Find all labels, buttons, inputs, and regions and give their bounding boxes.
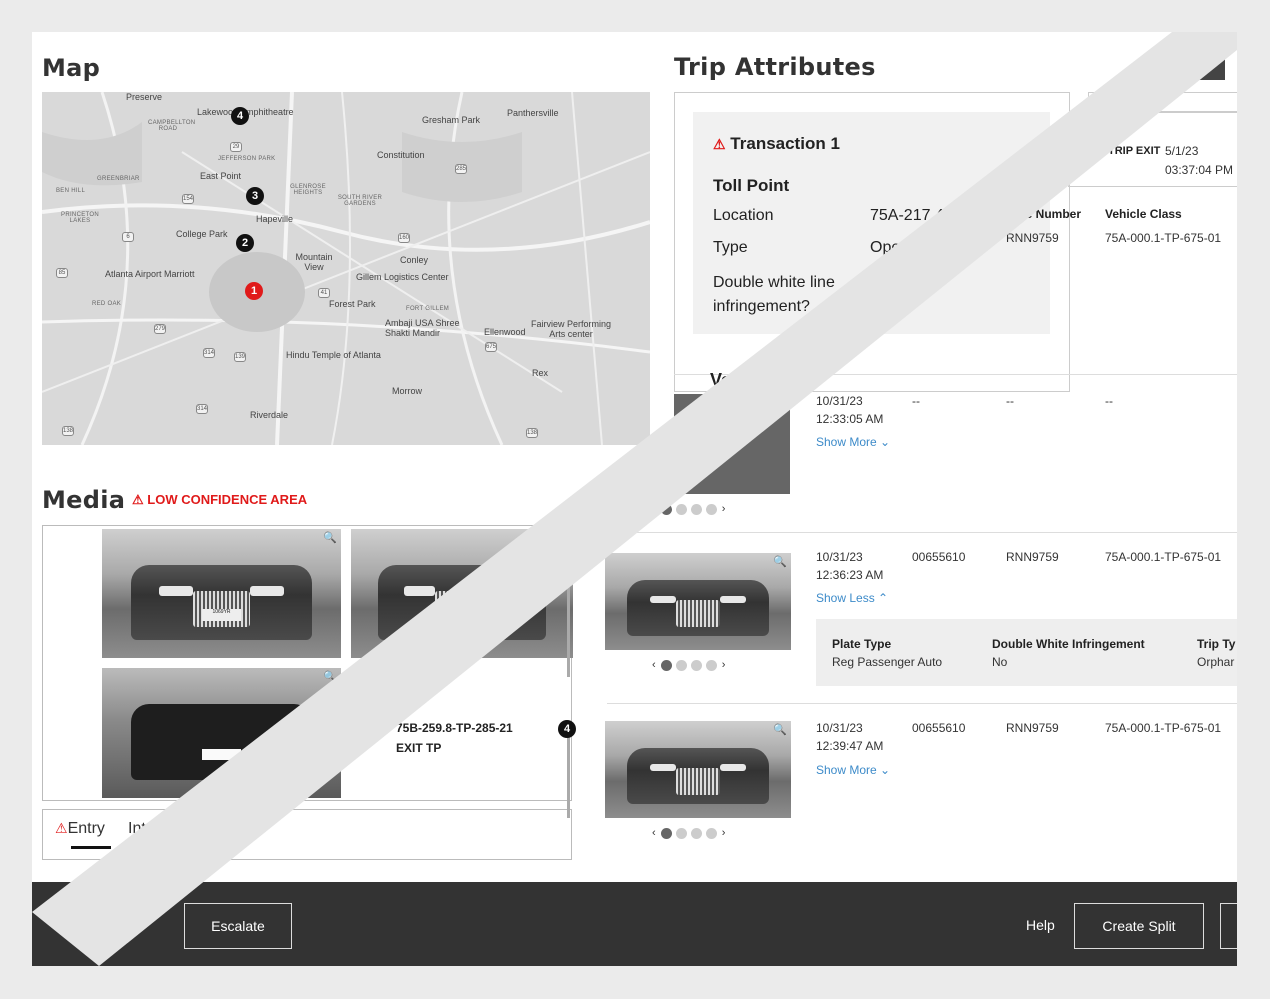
page-frame: Map Preserve Lakewood Amphitheatre Gresh… xyxy=(32,32,1237,966)
diagonal-overlay xyxy=(32,32,1237,966)
